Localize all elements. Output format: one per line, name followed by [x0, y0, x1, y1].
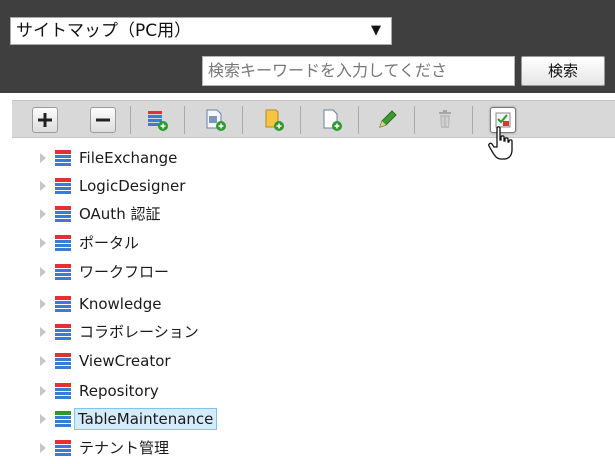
expand-arrow-icon[interactable]	[40, 327, 46, 337]
expand-arrow-icon[interactable]	[40, 414, 46, 424]
tree-item[interactable]: OAuth 認証	[40, 202, 360, 226]
category-icon	[55, 206, 71, 222]
add-document-icon	[323, 109, 342, 131]
category-icon	[55, 150, 71, 166]
toolbar-separator	[472, 106, 473, 134]
add-page-button[interactable]	[202, 107, 228, 133]
tree-item-label: ViewCreator	[79, 352, 171, 370]
add-folder-button[interactable]	[260, 107, 286, 133]
pencil-icon	[379, 110, 397, 128]
minus-icon	[96, 118, 110, 122]
tree-item[interactable]: コラボレーション	[40, 320, 360, 344]
expand-arrow-icon[interactable]	[40, 153, 46, 163]
category-icon	[55, 296, 71, 312]
search-input[interactable]: 検索キーワードを入力してくださ	[202, 56, 515, 86]
trash-icon	[439, 110, 451, 128]
toolbar-separator	[358, 106, 359, 134]
tree-item-label: OAuth 認証	[79, 205, 161, 223]
expand-arrow-icon[interactable]	[40, 299, 46, 309]
search-button[interactable]: 検索	[521, 56, 605, 86]
tree-item-label: コラボレーション	[79, 323, 199, 341]
expand-arrow-icon[interactable]	[40, 386, 46, 396]
expand-arrow-icon[interactable]	[40, 238, 46, 248]
add-category-icon	[148, 111, 168, 131]
header-bar: サイトマップ（PC用） ▼ 検索キーワードを入力してくださ 検索	[0, 0, 615, 93]
collapse-all-button[interactable]	[90, 107, 116, 133]
tree-item[interactable]: ViewCreator	[40, 349, 360, 373]
plus-icon	[38, 113, 52, 127]
expand-arrow-icon[interactable]	[40, 181, 46, 191]
tree-item-label: ポータル	[79, 234, 140, 252]
add-page-icon	[206, 109, 226, 131]
category-icon	[55, 324, 71, 340]
tree-item-label: テナント管理	[79, 439, 170, 457]
expand-all-button[interactable]	[32, 107, 58, 133]
category-icon	[55, 383, 71, 399]
category-icon	[55, 440, 71, 456]
tree-item[interactable]: ポータル	[40, 231, 360, 255]
tree-item[interactable]: FileExchange	[40, 146, 360, 170]
category-icon	[55, 353, 71, 369]
category-icon	[55, 264, 71, 280]
toolbar-separator	[300, 106, 301, 134]
tree-item[interactable]: Knowledge	[40, 292, 360, 316]
toolbar-separator	[242, 106, 243, 134]
sitemap-select-value: サイトマップ（PC用）	[16, 21, 192, 41]
delete-button[interactable]	[432, 107, 458, 133]
hand-cursor-icon	[488, 126, 513, 160]
tree-item-label: LogicDesigner	[79, 177, 186, 195]
expand-arrow-icon[interactable]	[40, 209, 46, 219]
edit-button[interactable]	[374, 107, 400, 133]
expand-arrow-icon[interactable]	[40, 443, 46, 453]
tree-item[interactable]: ワークフロー	[40, 260, 360, 284]
tree-item-label: Knowledge	[79, 295, 162, 313]
toolbar-separator	[184, 106, 185, 134]
category-icon	[55, 411, 71, 427]
expand-arrow-icon[interactable]	[40, 267, 46, 277]
tree-item[interactable]: LogicDesigner	[40, 174, 360, 198]
tree-item-label: TableMaintenance	[74, 408, 218, 430]
toolbar	[12, 100, 615, 138]
sitemap-select[interactable]: サイトマップ（PC用） ▼	[10, 17, 392, 45]
tree-item-label: FileExchange	[79, 149, 178, 167]
tree-item-selected[interactable]: TableMaintenance	[40, 407, 360, 431]
add-folder-icon	[265, 109, 284, 131]
tree-item[interactable]: テナント管理	[40, 436, 360, 460]
add-category-button[interactable]	[144, 107, 170, 133]
tree-item[interactable]: Repository	[40, 379, 360, 403]
chevron-down-icon: ▼	[371, 23, 381, 38]
sitemap-tree: FileExchange LogicDesigner OAuth 認証 ポータル…	[0, 143, 615, 464]
expand-arrow-icon[interactable]	[40, 356, 46, 366]
tree-item-label: Repository	[79, 382, 159, 400]
category-icon	[55, 178, 71, 194]
toolbar-separator	[414, 106, 415, 134]
toolbar-separator	[130, 106, 131, 134]
tree-item-label: ワークフロー	[79, 263, 170, 281]
add-document-button[interactable]	[318, 107, 344, 133]
category-icon	[55, 235, 71, 251]
